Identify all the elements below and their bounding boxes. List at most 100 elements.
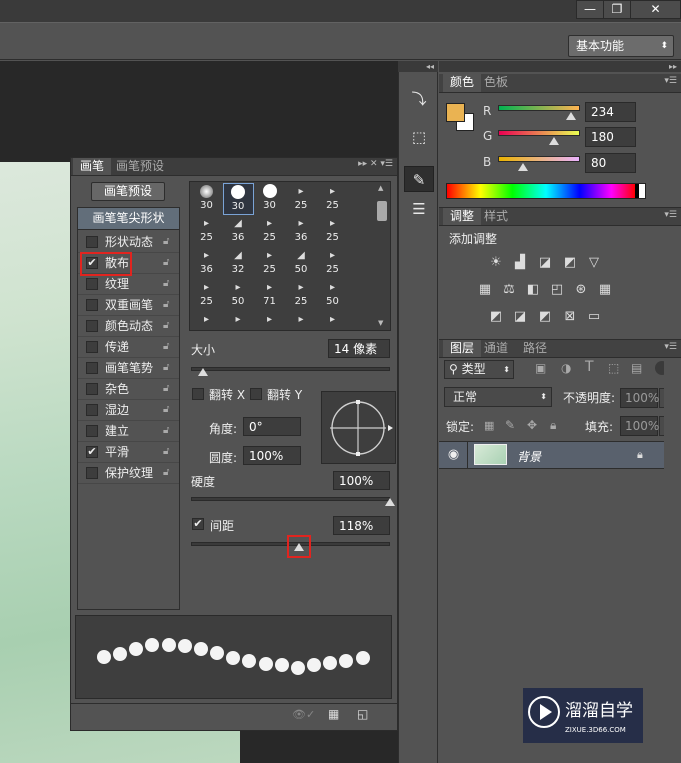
brush-tip-cell[interactable]: ▸ 25 [191, 215, 222, 247]
brush-option-checkbox[interactable] [86, 467, 98, 479]
channel-0-input[interactable]: 234 [585, 102, 636, 122]
brush-option-checkbox[interactable] [86, 236, 98, 248]
gradient-map-icon[interactable]: ⊠ [562, 310, 578, 324]
lock-position-icon[interactable]: ✥ [527, 418, 537, 432]
tab-paths[interactable]: 路径 [516, 340, 554, 357]
brush-option-row[interactable]: 双重画笔 🔓︎ [78, 295, 179, 316]
tab-layers[interactable]: 图层 [443, 340, 482, 357]
blend-mode-select[interactable]: 正常 ⬍ [444, 387, 552, 407]
foreground-color-swatch-front[interactable] [446, 103, 465, 122]
panel-menu-icon[interactable]: ▾☰ [664, 342, 677, 352]
size-input[interactable]: 14 像素 [328, 339, 390, 358]
history-brush-icon[interactable]: ⤵ [404, 86, 434, 112]
channel-1-input[interactable]: 180 [585, 127, 636, 147]
channel-1-slider-track[interactable] [498, 130, 580, 136]
channel-mixer-icon[interactable]: ⊛ [573, 283, 589, 297]
brush-tip-cell[interactable]: ◢ 32 [223, 247, 254, 279]
adjustment-filter-icon[interactable]: ◑ [561, 361, 571, 375]
brush-tip-cell[interactable]: ▸ 25 [286, 279, 317, 311]
brush-tip-cell[interactable]: ▸ 36 [286, 215, 317, 247]
brush-option-row[interactable]: 传递 🔓︎ [78, 337, 179, 358]
minimize-button[interactable]: — [576, 0, 604, 19]
scroll-down-icon[interactable]: ▼ [378, 319, 383, 327]
tab-brush[interactable]: 画笔 [73, 158, 112, 175]
grid-icon[interactable]: ▦ [328, 707, 339, 721]
brush-option-row[interactable]: 纹理 🔓︎ [78, 274, 179, 295]
layer-name[interactable]: 背景 [517, 448, 541, 465]
brush-tip-cell[interactable]: ▸ [191, 311, 222, 343]
brush-option-row[interactable]: 湿边 🔓︎ [78, 400, 179, 421]
channel-2-input[interactable]: 80 [585, 153, 636, 173]
brush-tip-cell[interactable]: 30 [191, 183, 222, 215]
brush-option-checkbox[interactable] [86, 299, 98, 311]
type-filter-icon[interactable]: T [585, 359, 594, 375]
brush-presets-button[interactable]: 画笔预设 [91, 182, 165, 201]
brush-option-checkbox[interactable] [86, 404, 98, 416]
brush-option-row[interactable]: 颜色动态 🔓︎ [78, 316, 179, 337]
sliders-icon[interactable]: ☰ [404, 196, 434, 222]
panel-menu-icon[interactable]: ▾☰ [664, 76, 677, 86]
posterize-icon[interactable]: ◪ [512, 310, 528, 324]
channel-1-slider-thumb[interactable] [549, 137, 559, 145]
lock-icon[interactable]: 🔓︎ [163, 320, 169, 331]
layer-filter-select[interactable]: ⚲ 类型 ⬍ [444, 360, 514, 379]
flip-x-checkbox[interactable] [192, 388, 204, 400]
new-preset-icon[interactable]: ◱ [357, 707, 368, 721]
spacing-input[interactable]: 118% [333, 516, 390, 535]
hardness-input[interactable]: 100% [333, 471, 390, 490]
brush-option-checkbox[interactable] [86, 320, 98, 332]
brush-tip-cell[interactable]: ▸ 50 [223, 279, 254, 311]
visibility-eye-icon[interactable]: ◉ [440, 442, 468, 468]
tab-brush-presets[interactable]: 画笔预设 [109, 158, 171, 175]
panel-menu-icon[interactable]: ▸▸ ✕ ▾☰ [358, 159, 393, 169]
invert-icon[interactable]: ◩ [488, 310, 504, 324]
channel-0-slider-thumb[interactable] [566, 112, 576, 120]
black-white-icon[interactable]: ◧ [525, 283, 541, 297]
brush-tip-cell[interactable]: ▸ 50 [317, 279, 348, 311]
lock-icon[interactable]: 🔓︎ [163, 341, 169, 352]
tab-channels[interactable]: 通道 [477, 340, 515, 357]
brush-tip-cell[interactable]: ▸ 36 [191, 247, 222, 279]
brush-tip-cell[interactable]: 30 [222, 183, 254, 215]
threshold-icon[interactable]: ◩ [537, 310, 553, 324]
lock-icon[interactable]: 🔓︎ [163, 446, 169, 457]
brush-tool-icon[interactable]: ✎ [404, 166, 434, 192]
lock-icon[interactable]: 🔓︎ [163, 278, 169, 289]
channel-2-slider-thumb[interactable] [518, 163, 528, 171]
tab-adjustments[interactable]: 调整 [443, 208, 482, 225]
brush-option-checkbox[interactable] [86, 425, 98, 437]
lock-all-icon[interactable]: 🔒︎ [550, 418, 556, 433]
brush-tip-cell[interactable]: ▸ 25 [317, 247, 348, 279]
brush-option-row[interactable]: 杂色 🔓︎ [78, 379, 179, 400]
lock-icon[interactable]: 🔓︎ [163, 404, 169, 415]
size-slider-track[interactable] [191, 367, 390, 371]
restore-button[interactable]: ❐ [603, 0, 631, 19]
roundness-input[interactable]: 100% [243, 446, 301, 465]
size-slider-thumb[interactable] [198, 368, 208, 376]
layer-row-background[interactable] [439, 441, 664, 469]
lock-image-icon[interactable]: ✎ [505, 418, 515, 432]
lock-icon[interactable]: 🔓︎ [163, 257, 169, 268]
opacity-input[interactable]: 100% [620, 388, 659, 408]
photo-filter-icon[interactable]: ◰ [549, 283, 565, 297]
spacing-checkbox[interactable]: ✔ [192, 518, 204, 530]
brush-tip-cell[interactable]: ▸ 25 [317, 183, 348, 215]
brush-option-row[interactable]: 画笔笔势 🔓︎ [78, 358, 179, 379]
color-lookup-icon[interactable]: ▦ [597, 283, 613, 297]
brush-tip-cell[interactable]: ▸ 71 [254, 279, 285, 311]
dock-collapse-bar[interactable]: ◂◂ [398, 61, 438, 72]
color-spectrum-bar[interactable] [446, 183, 646, 199]
brush-tip-cell[interactable]: ▸ 25 [254, 215, 285, 247]
tip-grid-scrollbar[interactable]: ▲ ▼ [375, 182, 390, 330]
brush-option-row[interactable]: ✔ 平滑 🔓︎ [78, 442, 179, 463]
angle-input[interactable]: 0° [243, 417, 301, 436]
hue-saturation-icon[interactable]: ▦ [477, 283, 493, 297]
brush-tip-cell[interactable]: ▸ 25 [317, 215, 348, 247]
smart-object-filter-icon[interactable]: ▤ [631, 361, 642, 375]
brush-option-checkbox[interactable] [86, 278, 98, 290]
exposure-icon[interactable]: ◩ [562, 256, 578, 270]
scroll-thumb[interactable] [377, 201, 387, 221]
lock-icon[interactable]: 🔓︎ [163, 467, 169, 478]
brush-option-checkbox[interactable]: ✔ [86, 446, 98, 458]
fill-input[interactable]: 100% [620, 416, 659, 436]
